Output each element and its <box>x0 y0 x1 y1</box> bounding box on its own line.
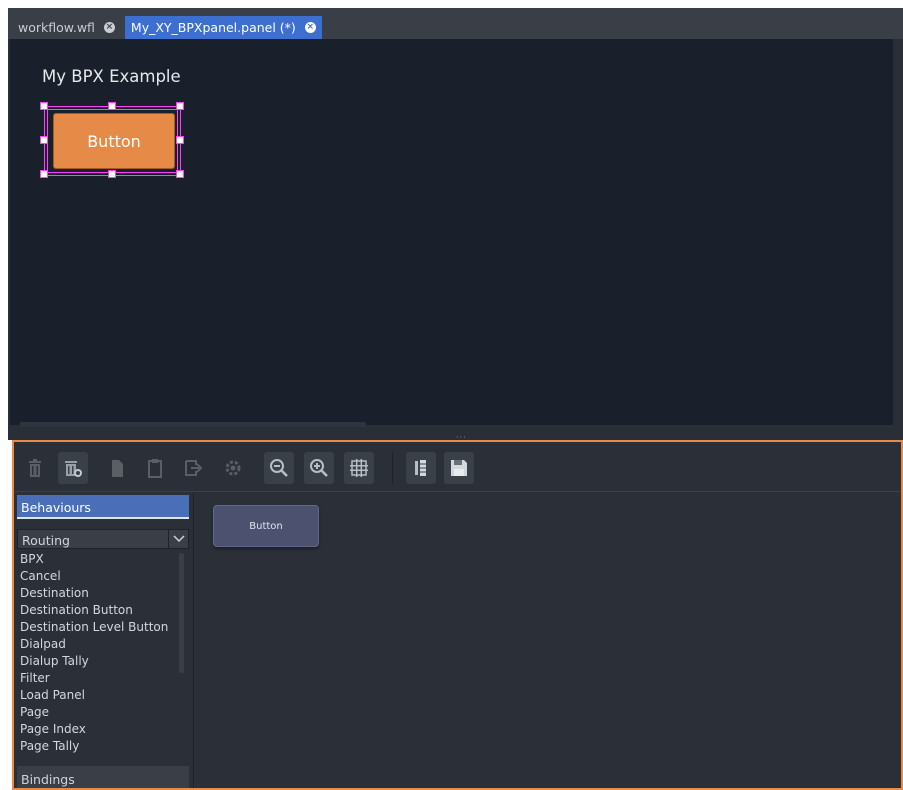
category-select[interactable]: Routing <box>17 529 189 549</box>
settings-button[interactable] <box>218 452 248 484</box>
horizontal-scrollbar[interactable] <box>20 422 366 427</box>
category-select-value: Routing <box>22 533 70 548</box>
list-scrollbar[interactable] <box>179 553 184 673</box>
vertical-scrollbar[interactable] <box>893 39 903 425</box>
list-item[interactable]: Destination <box>17 585 189 602</box>
list-item[interactable]: Page Index <box>17 721 189 738</box>
list-item[interactable]: Page <box>17 704 189 721</box>
paste-button[interactable] <box>140 452 170 484</box>
export-icon <box>185 460 203 476</box>
list-item[interactable]: BPX <box>17 551 189 568</box>
delete-all-button[interactable] <box>58 452 88 484</box>
behaviours-sidebar: Behaviours Routing BPX Cancel Destinatio… <box>14 493 194 788</box>
palette-panel: Behaviours Routing BPX Cancel Destinatio… <box>12 440 903 790</box>
resize-handle-ml[interactable] <box>40 136 48 144</box>
toolbar-separator <box>392 452 393 484</box>
chevron-down-icon[interactable] <box>168 530 188 548</box>
delete-button[interactable] <box>20 452 50 484</box>
resize-handle-bm[interactable] <box>108 170 116 178</box>
panel-editor-window: workflow.wfl × My_XY_BPXpanel.panel (*) … <box>8 8 903 436</box>
palette-button-item[interactable]: Button <box>213 505 319 547</box>
list-item[interactable]: Destination Level Button <box>17 619 189 636</box>
export-button[interactable] <box>178 452 208 484</box>
editor-tab-bar: workflow.wfl × My_XY_BPXpanel.panel (*) … <box>8 8 903 39</box>
save-button[interactable] <box>444 452 474 484</box>
palette-toolbar <box>14 442 901 492</box>
list-item[interactable]: Dialpad <box>17 636 189 653</box>
zoom-in-button[interactable] <box>304 452 334 484</box>
zoom-out-button[interactable] <box>264 452 294 484</box>
resize-handle-tl[interactable] <box>40 102 48 110</box>
resize-handle-tm[interactable] <box>108 102 116 110</box>
tab-panel[interactable]: My_XY_BPXpanel.panel (*) × <box>124 16 322 39</box>
close-circle-icon[interactable]: × <box>304 22 316 33</box>
tab-label: workflow.wfl <box>18 20 95 35</box>
save-icon <box>451 460 467 476</box>
tab-behaviours[interactable]: Behaviours <box>17 495 189 519</box>
tab-bindings[interactable]: Bindings <box>17 766 189 788</box>
list-item[interactable]: Cancel <box>17 568 189 585</box>
zoom-in-icon <box>310 459 328 477</box>
resize-handle-bl[interactable] <box>40 170 48 178</box>
copy-button[interactable] <box>102 452 132 484</box>
resize-handle-mr[interactable] <box>176 136 184 144</box>
tab-label: My_XY_BPXpanel.panel (*) <box>130 20 296 35</box>
list-item[interactable]: Destination Button <box>17 602 189 619</box>
canvas-title-label[interactable]: My BPX Example <box>42 67 181 86</box>
panel-canvas[interactable]: My BPX Example Button <box>10 39 893 427</box>
tab-workflow[interactable]: workflow.wfl × <box>12 16 121 39</box>
resize-handle-tr[interactable] <box>176 102 184 110</box>
delete-icon <box>29 459 41 477</box>
delete-all-icon <box>65 461 82 477</box>
resize-handle-br[interactable] <box>176 170 184 178</box>
align-button[interactable] <box>406 452 436 484</box>
copy-icon <box>112 460 123 477</box>
zoom-out-icon <box>270 459 288 477</box>
settings-icon <box>225 460 241 476</box>
list-item[interactable]: Dialup Tally <box>17 653 189 670</box>
list-item[interactable]: Page Tally <box>17 738 189 755</box>
palette-area: Button <box>195 493 901 788</box>
behaviour-list: BPX Cancel Destination Destination Butto… <box>17 551 189 761</box>
grid-button[interactable] <box>344 452 374 484</box>
grid-icon <box>350 459 368 477</box>
list-item[interactable]: Load Panel <box>17 687 189 704</box>
list-item[interactable]: Filter <box>17 670 189 687</box>
align-icon <box>415 460 426 476</box>
canvas-button[interactable]: Button <box>53 113 175 169</box>
paste-icon <box>148 459 162 478</box>
close-circle-icon[interactable]: × <box>103 22 115 33</box>
